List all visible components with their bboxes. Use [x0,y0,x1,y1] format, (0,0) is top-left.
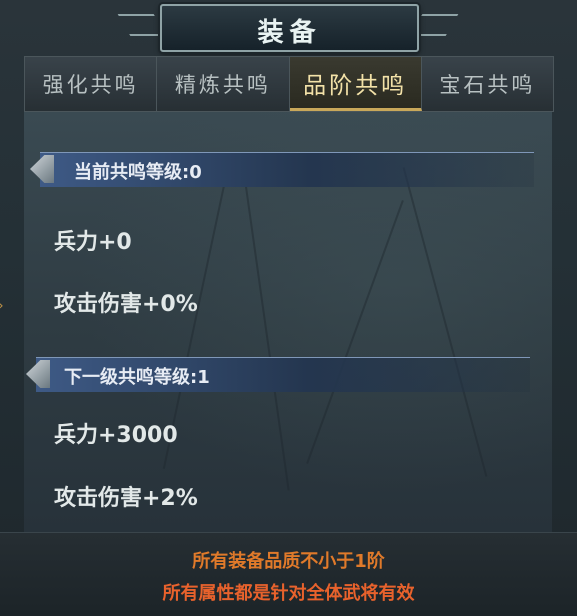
header-marker-icon [30,155,54,183]
tab-refine-resonance[interactable]: 精炼共鸣 [157,57,290,111]
background-branch [240,153,290,491]
next-attack-stat: 攻击伤害+2% [54,486,198,511]
condition-text: 所有装备品质不小于1阶 [192,551,385,572]
tab-gem-resonance[interactable]: 宝石共鸣 [421,57,553,111]
resonance-content: 当前共鸣等级:0 兵力+0 攻击伤害+0% 下一级共鸣等级:1 兵力+3000 … [24,112,552,532]
header-marker-icon [26,360,50,388]
current-troops-stat: 兵力+0 [54,230,132,255]
current-level-label: 当前共鸣等级:0 [74,162,202,183]
equipment-panel: 装备 强化共鸣 精炼共鸣 品阶共鸣 宝石共鸣 当前共鸣等级:0 兵力+0 攻击伤… [0,0,577,616]
footer-notes: 所有装备品质不小于1阶 所有属性都是针对全体武将有效 [0,532,577,616]
tab-grade-resonance[interactable]: 品阶共鸣 [289,57,422,111]
background-branch [402,167,488,477]
current-attack-stat: 攻击伤害+0% [54,292,198,317]
current-level-header: 当前共鸣等级:0 [30,152,534,187]
next-level-label: 下一级共鸣等级:1 [64,367,210,388]
background-branch [306,200,404,464]
title-bar: 装备 [160,4,419,52]
tab-bar: 强化共鸣 精炼共鸣 品阶共鸣 宝石共鸣 [24,56,554,112]
panel-title: 装备 [257,18,322,48]
side-arrow-icon[interactable]: › [0,298,6,314]
tab-enhance-resonance[interactable]: 强化共鸣 [25,57,158,111]
scope-note-text: 所有属性都是针对全体武将有效 [162,583,415,604]
next-troops-stat: 兵力+3000 [54,423,178,448]
next-level-header: 下一级共鸣等级:1 [26,357,530,392]
